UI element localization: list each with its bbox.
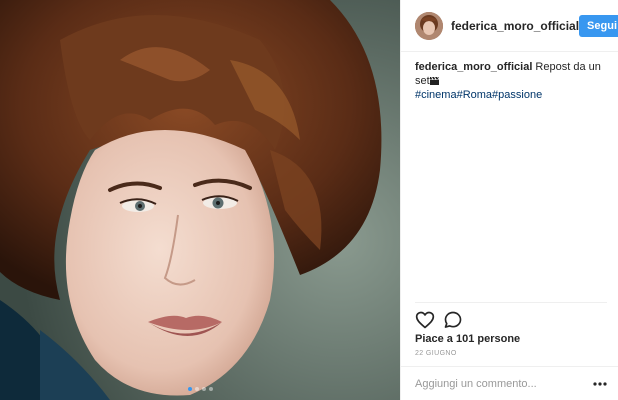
comment-input[interactable] [415,377,593,390]
post-header: federica_moro_official Segui [401,0,618,52]
hashtag-link[interactable]: #passione [492,89,542,101]
hashtag-link[interactable]: #Roma [457,89,492,101]
hashtag-link[interactable]: #cinema [415,89,457,101]
post-caption: federica_moro_official Repost da un set … [415,60,611,102]
likes-count[interactable]: Piace a 101 persone [415,333,520,345]
portrait-image [0,0,400,400]
clapperboard-icon [429,77,439,85]
carousel-dot-active [187,387,192,391]
post-photo[interactable] [0,0,400,400]
post-side-panel: federica_moro_official Segui federica_mo… [400,0,618,400]
instagram-post: federica_moro_official Segui federica_mo… [0,0,618,400]
follow-button[interactable]: Segui [579,14,618,37]
carousel-indicator [0,387,400,391]
post-timestamp: 22 GIUGNO [415,350,457,357]
carousel-dot [201,387,206,391]
carousel-dot [208,387,213,391]
comment-bar [401,366,618,400]
comment-bubble-icon[interactable] [443,310,463,330]
avatar-image [415,11,443,40]
carousel-dot [194,387,199,391]
more-options-icon[interactable] [593,379,607,389]
post-actions [415,310,463,330]
divider [415,302,607,303]
heart-icon[interactable] [415,310,435,330]
username-link[interactable]: federica_moro_official [451,19,579,33]
caption-username-link[interactable]: federica_moro_official [415,61,532,73]
avatar[interactable] [415,11,443,40]
